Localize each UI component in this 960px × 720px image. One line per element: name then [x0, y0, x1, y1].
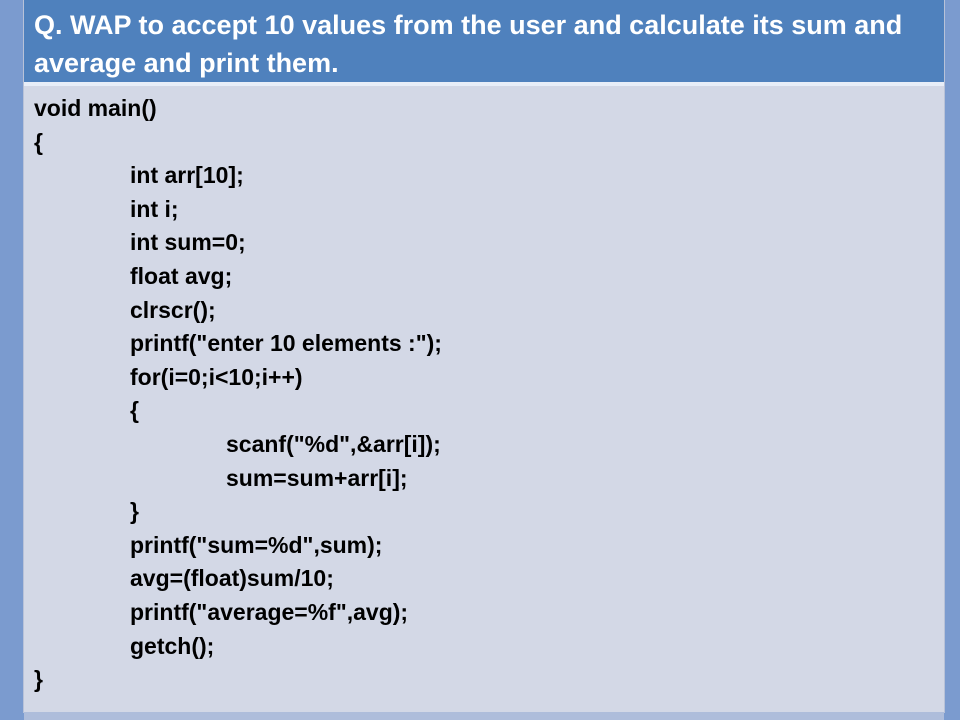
- code-line: int sum=0;: [130, 229, 246, 256]
- code-line: }: [34, 666, 43, 693]
- code-line: for(i=0;i<10;i++): [130, 363, 303, 390]
- right-decorative-strip: [944, 0, 960, 720]
- code-block: void main() { int arr[10]; int i; int sum=0;…: [34, 92, 914, 702]
- code-line: float avg;: [130, 263, 233, 289]
- code-line: scanf("%d",&arr[i]);: [226, 431, 441, 457]
- code-line: printf("enter 10 elements :");: [130, 330, 442, 357]
- code-line: int i;: [130, 195, 179, 222]
- code-line: int arr[10];: [130, 162, 244, 189]
- code-line: clrscr();: [130, 296, 216, 323]
- code-line: {: [34, 128, 43, 155]
- code-line: avg=(float)sum/10;: [130, 565, 334, 592]
- code-line: {: [130, 397, 139, 424]
- code-line: }: [130, 498, 139, 525]
- bottom-decorative-strip: [24, 712, 944, 720]
- question-text: Q. WAP to accept 10 values from the user…: [34, 10, 903, 78]
- code-line: getch();: [130, 632, 215, 659]
- question-header: Q. WAP to accept 10 values from the user…: [24, 0, 944, 86]
- code-line: sum=sum+arr[i];: [226, 464, 408, 491]
- left-decorative-strip: [0, 0, 24, 720]
- code-line: printf("average=%f",avg);: [130, 599, 409, 625]
- code-line: void main(): [34, 95, 157, 121]
- code-line: printf("sum=%d",sum);: [130, 531, 383, 558]
